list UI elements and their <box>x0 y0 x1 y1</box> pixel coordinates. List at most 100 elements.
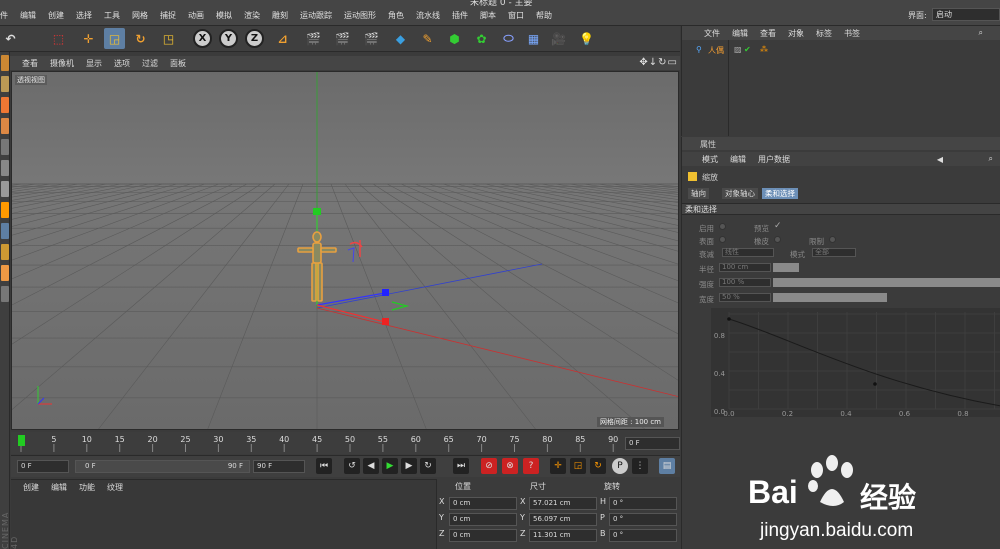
start-frame-field[interactable]: 0 F <box>17 460 69 473</box>
attr-menu-userdata[interactable]: 用户数据 <box>758 154 790 165</box>
render-view-icon[interactable]: 🎬 <box>303 28 324 49</box>
x-axis-lock[interactable]: X <box>193 29 212 48</box>
size-field[interactable]: 11.301 cm <box>529 529 597 542</box>
menu-item-1[interactable]: 编辑 <box>20 10 36 21</box>
cloner-icon[interactable]: ✿ <box>471 28 492 49</box>
search-icon[interactable]: ⌕ <box>989 154 993 164</box>
viewport-menu-view[interactable]: 查看 <box>22 58 38 69</box>
key-pla-icon[interactable]: ⋮ <box>632 458 648 474</box>
preview-range-slider[interactable]: 0 F 90 F <box>75 460 250 473</box>
enable-checkbox[interactable] <box>719 223 726 230</box>
tab-axis[interactable]: 轴向 <box>688 188 709 199</box>
menu-item-4[interactable]: 工具 <box>104 10 120 21</box>
menu-item-15[interactable]: 插件 <box>452 10 468 21</box>
object-menu-view[interactable]: 查看 <box>760 28 776 39</box>
camera-icon[interactable]: 🎥 <box>548 28 569 49</box>
strength-field[interactable]: 100 % <box>719 278 771 287</box>
y-axis-lock[interactable]: Y <box>219 29 238 48</box>
menu-item-16[interactable]: 脚本 <box>480 10 496 21</box>
key-param-icon[interactable]: P <box>612 458 628 474</box>
scale-icon[interactable]: ◲ <box>104 28 125 49</box>
falloff-select[interactable]: 线性 <box>722 248 774 257</box>
material-menu-texture[interactable]: 纹理 <box>107 482 123 493</box>
attr-menu-mode[interactable]: 模式 <box>702 154 718 165</box>
render-settings-icon[interactable]: 🎬 <box>361 28 382 49</box>
tweak-mode-icon[interactable] <box>1 223 9 239</box>
next-frame-icon[interactable]: ▶ <box>401 458 417 474</box>
restrict-checkbox[interactable] <box>829 236 836 243</box>
menu-item-2[interactable]: 创建 <box>48 10 64 21</box>
workplane-icon[interactable] <box>1 118 9 134</box>
menu-item-14[interactable]: 流水线 <box>416 10 440 21</box>
live-select-icon[interactable]: ⬚ <box>48 28 69 49</box>
object-name[interactable]: 人偶 <box>708 45 724 56</box>
lock-workplane-icon[interactable] <box>1 265 9 281</box>
mode-select[interactable]: 全部 <box>812 248 856 257</box>
render-picture-viewer-icon[interactable]: 🎬 <box>332 28 353 49</box>
timeline[interactable]: 051015202530354045505560657075808590 0 F <box>11 432 680 454</box>
rotation-field[interactable]: 0 ° <box>609 513 677 526</box>
grid-icon[interactable] <box>1 286 9 302</box>
snap-icon[interactable] <box>1 244 9 260</box>
key-position-icon[interactable]: ✛ <box>550 458 566 474</box>
attr-menu-edit[interactable]: 编辑 <box>730 154 746 165</box>
visibility-dots-icon[interactable]: ▨ <box>734 45 742 54</box>
record-icon[interactable]: ⊘ <box>481 458 497 474</box>
menu-item-0[interactable]: 件 <box>0 10 8 21</box>
menu-item-5[interactable]: 网格 <box>132 10 148 21</box>
tab-soft-selection[interactable]: 柔和选择 <box>762 188 798 199</box>
prev-key-icon[interactable]: ↺ <box>344 458 360 474</box>
position-field[interactable]: 0 cm <box>449 529 517 542</box>
world-coord-icon[interactable]: ⊿ <box>272 28 293 49</box>
menu-item-18[interactable]: 帮助 <box>536 10 552 21</box>
go-to-end-icon[interactable]: ⏭ <box>453 458 469 474</box>
back-arrow-icon[interactable]: ◀ <box>937 155 943 164</box>
viewport-menu-options[interactable]: 选项 <box>114 58 130 69</box>
surface-checkbox[interactable] <box>719 236 726 243</box>
floor-icon[interactable]: ▦ <box>523 28 544 49</box>
viewport-nav-icons[interactable]: ✥↓↻▭ <box>639 57 678 68</box>
menu-item-12[interactable]: 运动图形 <box>344 10 376 21</box>
menu-item-8[interactable]: 模拟 <box>216 10 232 21</box>
strength-slider[interactable] <box>773 278 1000 287</box>
viewport-menu-filter[interactable]: 过滤 <box>142 58 158 69</box>
next-key-icon[interactable]: ↻ <box>420 458 436 474</box>
subdivision-icon[interactable]: ⬢ <box>444 28 465 49</box>
tag-icon[interactable]: ⁂ <box>760 45 768 54</box>
move-icon[interactable]: ✛ <box>78 28 99 49</box>
viewport-menu-camera[interactable]: 摄像机 <box>50 58 74 69</box>
prev-frame-icon[interactable]: ◀ <box>363 458 379 474</box>
viewport-menu-display[interactable]: 显示 <box>86 58 102 69</box>
make-editable-icon[interactable] <box>1 55 9 71</box>
keyframe-selection-icon[interactable]: ? <box>523 458 539 474</box>
enabled-check-icon[interactable]: ✔ <box>744 45 751 54</box>
object-menu-edit[interactable]: 编辑 <box>732 28 748 39</box>
object-menu-tag[interactable]: 标签 <box>816 28 832 39</box>
key-rotation-icon[interactable]: ↻ <box>590 458 606 474</box>
go-to-start-icon[interactable]: ⏮ <box>316 458 332 474</box>
menu-item-11[interactable]: 运动跟踪 <box>300 10 332 21</box>
deformer-icon[interactable]: ⬭ <box>498 28 519 49</box>
menu-item-13[interactable]: 角色 <box>388 10 404 21</box>
rotation-field[interactable]: 0 ° <box>609 497 677 510</box>
tab-object-axis[interactable]: 对象轴心 <box>722 188 758 199</box>
enable-axis-icon[interactable] <box>1 202 9 218</box>
scale-object-icon[interactable]: ◳ <box>158 28 179 49</box>
texture-mode-icon[interactable] <box>1 97 9 113</box>
menu-item-17[interactable]: 窗口 <box>508 10 524 21</box>
rubber-checkbox[interactable] <box>774 236 781 243</box>
viewport-menu-panel[interactable]: 面板 <box>170 58 186 69</box>
menu-item-6[interactable]: 捕捉 <box>160 10 176 21</box>
perspective-viewport[interactable]: 透视视图 网格间距 : 100 cm <box>11 71 679 430</box>
position-field[interactable]: 0 cm <box>449 497 517 510</box>
radius-slider[interactable] <box>773 263 799 272</box>
object-menu-file[interactable]: 文件 <box>704 28 720 39</box>
falloff-graph[interactable]: 0.8 0.4 0.0 0.0 0.2 0.4 0.6 0.8 <box>711 308 1000 418</box>
light-icon[interactable]: 💡 <box>576 28 597 49</box>
current-frame-field[interactable]: 0 F <box>625 437 680 450</box>
size-field[interactable]: 57.021 cm <box>529 497 597 510</box>
interface-select[interactable]: 启动 <box>932 8 1000 21</box>
menu-item-7[interactable]: 动画 <box>188 10 204 21</box>
undo-icon[interactable]: ↶ <box>0 28 21 49</box>
object-menu-bookmark[interactable]: 书签 <box>844 28 860 39</box>
